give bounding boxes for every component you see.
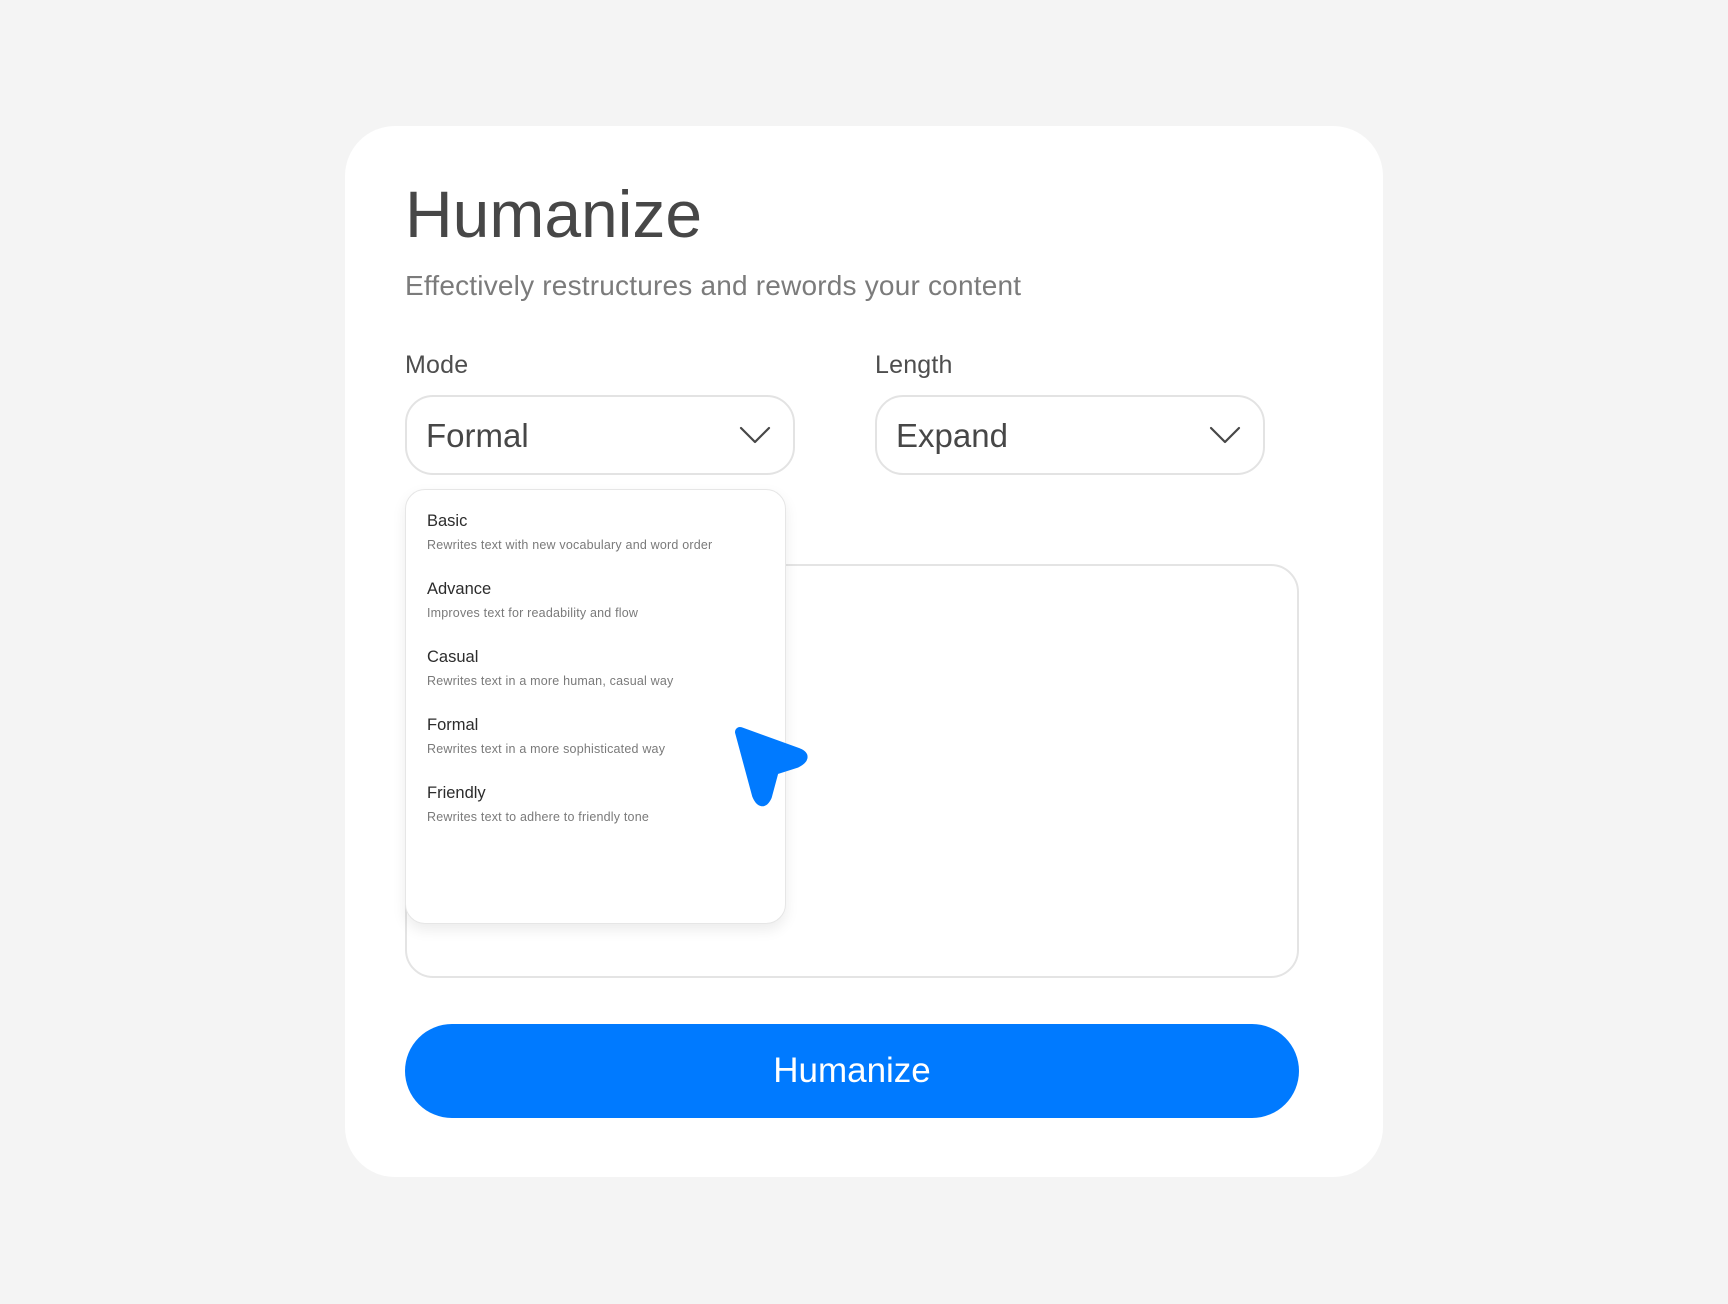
option-description: Improves text for readability and flow: [427, 606, 639, 620]
option-title: Basic: [427, 512, 468, 530]
mode-label: Mode: [405, 351, 469, 379]
page-title: Humanize: [405, 177, 703, 251]
option-description: Rewrites text to adhere to friendly tone: [427, 810, 650, 824]
mode-select[interactable]: Formal: [405, 395, 795, 475]
mode-option-casual[interactable]: Casual Rewrites text in a more human, ca…: [406, 646, 785, 714]
page-subtitle: Effectively restructures and rewords you…: [405, 270, 1022, 301]
humanize-card: Humanize Effectively restructures and re…: [345, 126, 1383, 1177]
mode-option-basic[interactable]: Basic Rewrites text with new vocabulary …: [406, 510, 785, 578]
mode-dropdown-menu: Basic Rewrites text with new vocabulary …: [405, 489, 786, 924]
length-select[interactable]: Expand: [875, 395, 1265, 475]
option-title: Advance: [427, 580, 492, 598]
option-description: Rewrites text in a more human, casual wa…: [427, 674, 674, 688]
option-title: Casual: [427, 648, 479, 666]
mode-selected-value: Formal: [426, 417, 529, 454]
length-label: Length: [875, 351, 953, 379]
chevron-down-icon: [1209, 426, 1241, 444]
option-description: Rewrites text with new vocabulary and wo…: [427, 538, 713, 552]
chevron-down-icon: [739, 426, 771, 444]
mouse-pointer-icon: [735, 727, 808, 807]
humanize-button[interactable]: Humanize: [405, 1024, 1299, 1118]
length-selected-value: Expand: [896, 417, 1008, 454]
mode-option-advance[interactable]: Advance Improves text for readability an…: [406, 578, 785, 646]
